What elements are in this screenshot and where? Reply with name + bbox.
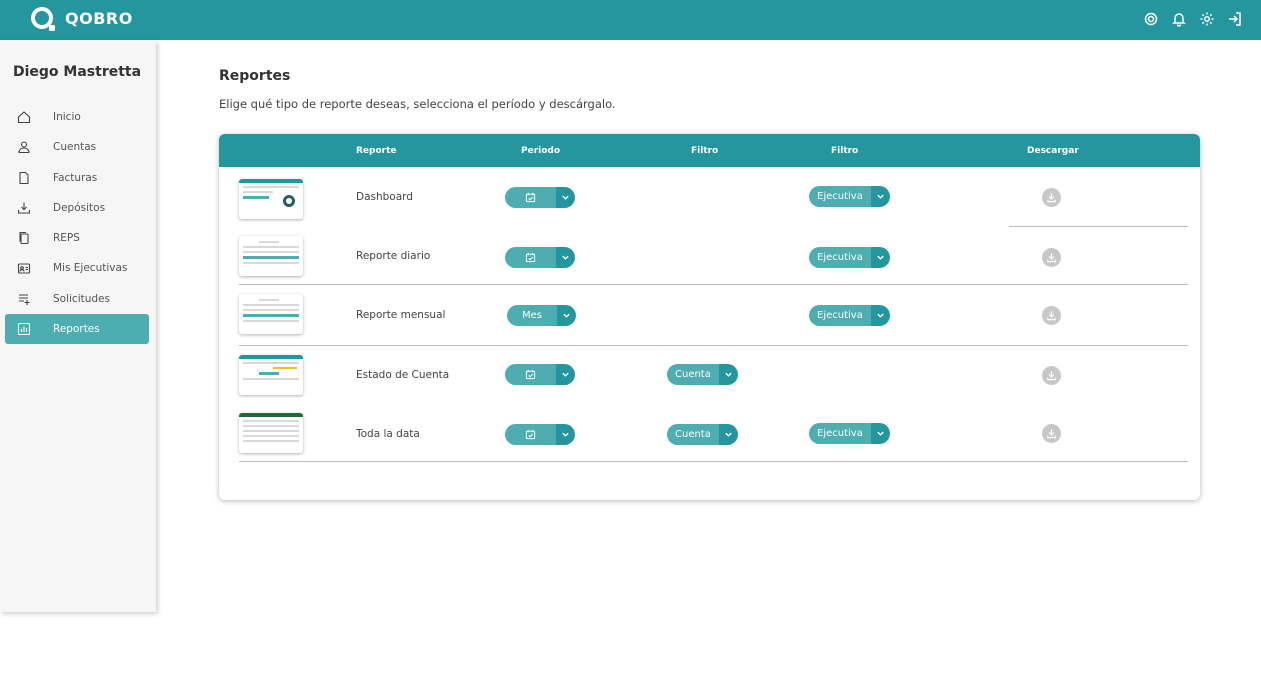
ejecutiva-dropdown[interactable]: Ejecutiva bbox=[809, 423, 890, 444]
download-icon bbox=[1047, 429, 1056, 439]
chevron-down-icon bbox=[725, 432, 732, 437]
sidebar-item-label: Solicitudes bbox=[53, 292, 110, 305]
periodo-dropdown[interactable] bbox=[505, 187, 575, 208]
periodo-dropdown[interactable] bbox=[505, 364, 575, 385]
sidebar-item-label: Facturas bbox=[53, 171, 98, 184]
chevron-down-icon bbox=[562, 195, 569, 200]
sidebar-item-depositos[interactable]: Depósitos bbox=[5, 193, 149, 223]
ejecutiva-dropdown[interactable]: Ejecutiva bbox=[809, 305, 890, 326]
periodo-dropdown[interactable]: Mes bbox=[507, 305, 576, 326]
user-icon bbox=[15, 138, 33, 156]
chevron-down-icon bbox=[877, 255, 884, 260]
table-row: Reporte diario Ejecutiva bbox=[219, 226, 1200, 284]
user-name: Diego Mastretta bbox=[13, 64, 142, 80]
support-icon[interactable] bbox=[1143, 11, 1159, 27]
sidebar-item-label: Reportes bbox=[53, 323, 100, 336]
header-reporte: Reporte bbox=[356, 146, 397, 156]
table-row: Estado de Cuenta Cuenta bbox=[219, 346, 1200, 404]
chevron-down-icon bbox=[877, 194, 884, 199]
list-add-icon bbox=[15, 290, 33, 308]
report-name: Reporte mensual bbox=[356, 309, 446, 321]
header-descargar: Descargar bbox=[1027, 146, 1079, 156]
sidebar-item-facturas[interactable]: Facturas bbox=[5, 163, 149, 193]
report-name: Estado de Cuenta bbox=[356, 369, 450, 381]
page-title: Reportes bbox=[219, 68, 291, 84]
sidebar-item-solicitudes[interactable]: Solicitudes bbox=[5, 284, 149, 314]
chevron-down-icon bbox=[877, 313, 884, 318]
qobro-logo[interactable]: QOBRO bbox=[31, 7, 133, 31]
header-filtro-ejecutiva: Filtro bbox=[831, 146, 859, 156]
report-name: Toda la data bbox=[356, 428, 420, 440]
tray-download-icon bbox=[15, 199, 33, 217]
sidebar-item-label: REPS bbox=[53, 232, 80, 245]
download-button[interactable] bbox=[1042, 366, 1061, 385]
sidebar-item-label: Mis Ejecutivas bbox=[53, 262, 128, 275]
periodo-dropdown[interactable] bbox=[505, 424, 575, 445]
reports-table: Reporte Periodo Filtro Filtro Descargar … bbox=[219, 134, 1200, 500]
chart-icon bbox=[15, 320, 33, 338]
report-name: Dashboard bbox=[356, 191, 413, 203]
download-button[interactable] bbox=[1042, 306, 1061, 325]
sidebar-item-mis-ejecutivas[interactable]: Mis Ejecutivas bbox=[5, 253, 149, 283]
home-icon bbox=[15, 108, 33, 126]
download-icon bbox=[1047, 193, 1056, 203]
table-row: Reporte mensual Mes Ejecutiva bbox=[219, 285, 1200, 345]
logo-mark-icon bbox=[31, 7, 55, 31]
bell-icon[interactable] bbox=[1171, 11, 1187, 27]
header-filtro-cuenta: Filtro bbox=[691, 146, 719, 156]
header-periodo: Periodo bbox=[521, 146, 561, 156]
sidebar-item-label: Depósitos bbox=[53, 201, 106, 214]
sidebar-nav: Inicio Cuentas Facturas Depósitos REPS M… bbox=[5, 102, 149, 345]
copy-icon bbox=[15, 229, 33, 247]
chevron-down-icon bbox=[877, 431, 884, 436]
sidebar-item-label: Cuentas bbox=[53, 141, 97, 154]
table-header: Reporte Periodo Filtro Filtro Descargar bbox=[219, 134, 1200, 167]
sidebar-item-label: Inicio bbox=[53, 111, 81, 123]
table-row: Dashboard Ejecutiva bbox=[219, 167, 1200, 227]
sidebar-item-cuentas[interactable]: Cuentas bbox=[5, 132, 149, 162]
chevron-down-icon bbox=[562, 255, 569, 260]
sidebar-item-reps[interactable]: REPS bbox=[5, 223, 149, 253]
ejecutiva-dropdown[interactable]: Ejecutiva bbox=[809, 186, 890, 207]
report-thumbnail bbox=[239, 179, 303, 219]
ejecutiva-dropdown[interactable]: Ejecutiva bbox=[809, 247, 890, 268]
calendar-icon bbox=[525, 192, 536, 203]
sidebar-item-inicio[interactable]: Inicio bbox=[5, 102, 149, 132]
cuenta-dropdown[interactable]: Cuenta bbox=[667, 424, 738, 445]
report-thumbnail bbox=[239, 355, 303, 395]
download-icon bbox=[1047, 253, 1056, 263]
logout-icon[interactable] bbox=[1227, 11, 1243, 27]
calendar-icon bbox=[525, 369, 536, 380]
sidebar: Diego Mastretta Inicio Cuentas Facturas … bbox=[0, 40, 156, 612]
report-name: Reporte diario bbox=[356, 250, 431, 262]
cuenta-dropdown[interactable]: Cuenta bbox=[667, 364, 738, 385]
top-bar: QOBRO bbox=[0, 0, 1261, 40]
download-button[interactable] bbox=[1042, 248, 1061, 267]
download-button[interactable] bbox=[1042, 424, 1061, 443]
download-icon bbox=[1047, 311, 1056, 321]
gear-icon[interactable] bbox=[1199, 11, 1215, 27]
download-button[interactable] bbox=[1042, 188, 1061, 207]
id-card-icon bbox=[15, 259, 33, 277]
chevron-down-icon bbox=[563, 313, 570, 318]
brand-name: QOBRO bbox=[65, 8, 133, 28]
report-thumbnail bbox=[239, 294, 303, 334]
chevron-down-icon bbox=[725, 372, 732, 377]
calendar-icon bbox=[525, 429, 536, 440]
calendar-icon bbox=[525, 252, 536, 263]
table-row: Toda la data Cuenta Ejecutiva bbox=[219, 404, 1200, 462]
page-description: Elige qué tipo de reporte deseas, selecc… bbox=[219, 97, 616, 111]
document-icon bbox=[15, 169, 33, 187]
chevron-down-icon bbox=[562, 432, 569, 437]
report-thumbnail bbox=[239, 413, 303, 453]
download-icon bbox=[1047, 371, 1056, 381]
sidebar-item-reportes[interactable]: Reportes bbox=[5, 314, 149, 345]
chevron-down-icon bbox=[562, 372, 569, 377]
report-thumbnail bbox=[239, 236, 303, 276]
periodo-dropdown[interactable] bbox=[505, 247, 575, 268]
row-divider bbox=[239, 461, 1188, 462]
